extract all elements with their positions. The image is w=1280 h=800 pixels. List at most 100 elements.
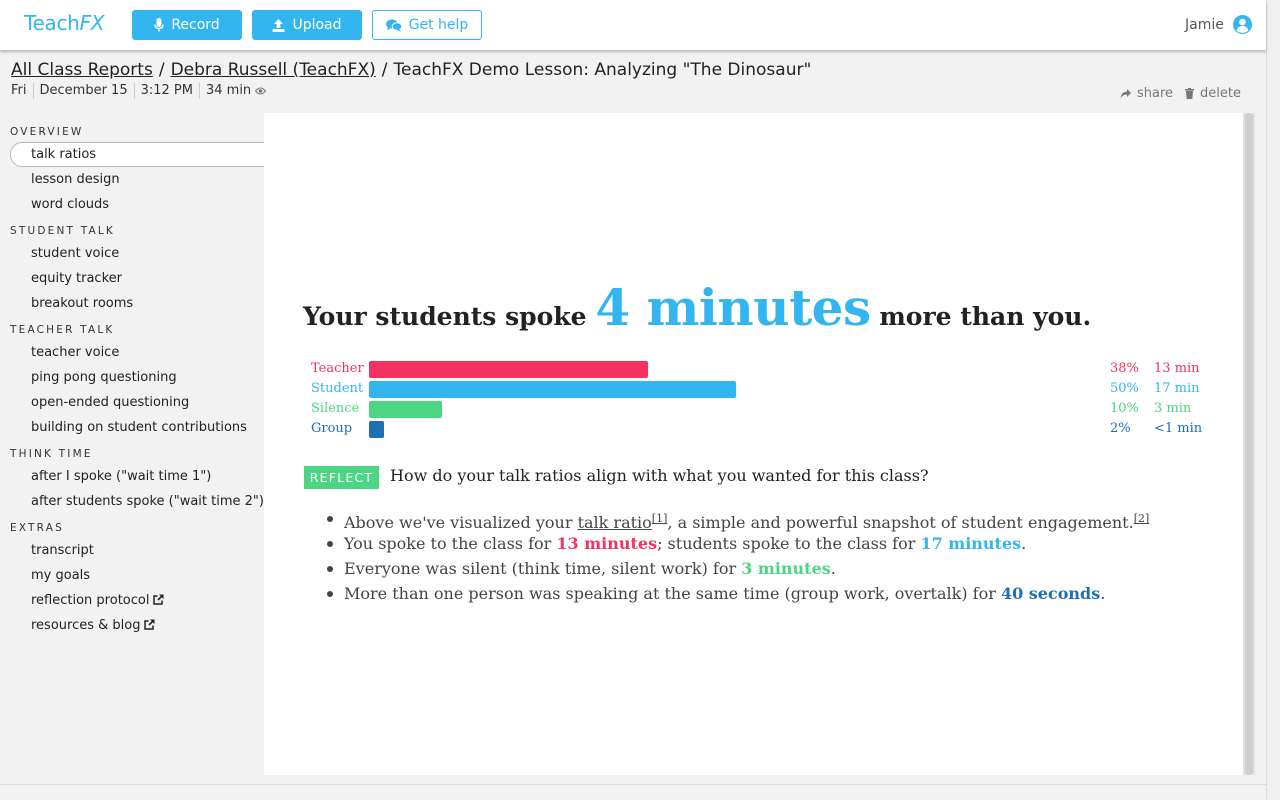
- bar-group: [369, 421, 384, 438]
- list-item: More than one person was speaking at the…: [324, 581, 1149, 606]
- user-avatar-icon[interactable]: [1233, 15, 1252, 34]
- upload-icon: [272, 18, 285, 32]
- sidebar-item-reflection-protocol[interactable]: reflection protocol: [0, 588, 264, 613]
- bullet-text: More than one person was speaking at the…: [344, 584, 1001, 603]
- upload-label: Upload: [292, 17, 342, 33]
- section-student-talk: STUDENT TALK: [10, 225, 116, 237]
- delete-action[interactable]: delete: [1185, 86, 1241, 101]
- top-bar: TeachFX Record Upload Get help Jamie: [0, 0, 1266, 50]
- logo-teach: Teach: [24, 11, 80, 35]
- section-overview: OVERVIEW: [10, 126, 84, 138]
- bullet-text: You spoke to the class for: [344, 534, 557, 553]
- sidebar-nav: OVERVIEW talk ratios lesson design word …: [0, 120, 264, 638]
- sidebar-item-wait-time-2[interactable]: after students spoke ("wait time 2"): [0, 489, 264, 514]
- footnote-2-link[interactable]: [2]: [1134, 512, 1150, 525]
- bar-student: [369, 381, 736, 398]
- lesson-time: 3:12 PM: [133, 83, 199, 99]
- share-action[interactable]: share: [1120, 86, 1173, 101]
- lesson-day: Fri: [11, 83, 27, 98]
- logo-fx: FX: [79, 11, 105, 35]
- sidebar-item-talk-ratios[interactable]: talk ratios: [10, 142, 264, 167]
- section-extras: EXTRAS: [10, 522, 64, 534]
- help-label: Get help: [408, 17, 469, 33]
- sidebar-item-open-ended-questioning[interactable]: open-ended questioning: [0, 390, 264, 415]
- bar-label-silence: Silence: [311, 401, 360, 416]
- sidebar-item-my-goals[interactable]: my goals: [0, 563, 264, 588]
- panel-scrollbar-thumb[interactable]: [1245, 113, 1253, 775]
- lesson-duration: 34 min: [205, 83, 252, 98]
- sidebar-item-equity-tracker[interactable]: equity tracker: [0, 266, 264, 291]
- share-icon: [1120, 88, 1131, 98]
- reflection-protocol-label: reflection protocol: [31, 593, 150, 608]
- lesson-duration-group: 34 min: [198, 83, 272, 99]
- user-name[interactable]: Jamie: [1185, 17, 1224, 33]
- section-teacher-talk: TEACHER TALK: [10, 324, 115, 336]
- footnote-1-link[interactable]: [1]: [652, 512, 668, 525]
- silence-minutes: 3 minutes: [741, 559, 831, 578]
- bar-duration-silence: 3 min: [1154, 401, 1192, 416]
- breadcrumb: All Class Reports / Debra Russell (TeachFX…: [11, 60, 811, 80]
- sidebar-item-student-voice[interactable]: student voice: [0, 241, 264, 266]
- bullet-text: Everyone was silent (think time, silent …: [344, 559, 742, 578]
- sidebar-item-ping-pong-questioning[interactable]: ping pong questioning: [0, 365, 264, 390]
- chart-row-student: Student 50% 17 min: [311, 380, 1211, 398]
- bar-percent-teacher: 38%: [1110, 361, 1139, 376]
- bar-duration-student: 17 min: [1154, 381, 1200, 396]
- chart-row-silence: Silence 10% 3 min: [311, 400, 1211, 418]
- trash-icon: [1185, 88, 1194, 99]
- sidebar-item-building-on-contributions[interactable]: building on student contributions: [0, 415, 264, 440]
- headline-suffix: more than you.: [879, 302, 1092, 331]
- bullet-text: , a simple and powerful snapshot of stud…: [667, 513, 1134, 532]
- get-help-button[interactable]: Get help: [372, 10, 482, 40]
- headline-prefix: Your students spoke: [303, 302, 596, 331]
- bullet-text: Above we've visualized your: [344, 513, 578, 532]
- eye-icon[interactable]: [255, 87, 267, 95]
- lesson-meta: Fri December 15 3:12 PM 34 min: [11, 83, 272, 99]
- bar-label-group: Group: [311, 421, 353, 436]
- bar-percent-group: 2%: [1110, 421, 1131, 436]
- talk-ratio-headline: Your students spoke 4 minutes more than …: [303, 278, 1091, 337]
- group-seconds: 40 seconds: [1000, 584, 1101, 603]
- chart-row-teacher: Teacher 38% 13 min: [311, 360, 1211, 378]
- share-label: share: [1137, 86, 1174, 101]
- chart-row-group: Group 2% <1 min: [311, 420, 1211, 438]
- teachfx-logo[interactable]: TeachFX: [24, 11, 104, 35]
- bullet-text: ; students spoke to the class for: [657, 534, 921, 553]
- reflect-badge: REFLECT: [304, 466, 379, 489]
- bullet-text: .: [1100, 584, 1106, 603]
- sidebar-item-teacher-voice[interactable]: teacher voice: [0, 340, 264, 365]
- list-item: You spoke to the class for 13 minutes; s…: [324, 531, 1149, 556]
- bottom-bar: [0, 784, 1266, 800]
- bar-silence: [369, 401, 442, 418]
- student-minutes: 17 minutes: [920, 534, 1022, 553]
- headline-unit: minutes: [646, 278, 871, 337]
- report-panel: [264, 113, 1243, 775]
- external-link-icon: [144, 619, 156, 630]
- delete-label: delete: [1200, 86, 1241, 101]
- bar-teacher: [369, 361, 648, 378]
- sidebar-item-transcript[interactable]: transcript: [0, 538, 264, 563]
- sidebar-item-lesson-design[interactable]: lesson design: [0, 167, 264, 192]
- sidebar-item-resources-blog[interactable]: resources & blog: [0, 613, 264, 638]
- record-button[interactable]: Record: [132, 10, 242, 40]
- breadcrumb-all-class-reports[interactable]: All Class Reports: [11, 60, 153, 80]
- upload-button[interactable]: Upload: [252, 10, 362, 40]
- section-think-time: THINK TIME: [10, 448, 93, 460]
- bar-label-teacher: Teacher: [311, 361, 364, 376]
- window-scrollbar[interactable]: [1266, 0, 1280, 800]
- panel-scrollbar[interactable]: [1243, 113, 1255, 775]
- reflect-question: How do your talk ratios align with what …: [390, 466, 929, 485]
- headline-number: 4: [595, 278, 630, 337]
- record-label: Record: [171, 17, 220, 33]
- chat-icon: [385, 19, 402, 31]
- talk-ratio-summary: Above we've visualized your talk ratio[1…: [324, 506, 1149, 606]
- breadcrumb-teacher[interactable]: Debra Russell (TeachFX): [171, 60, 376, 80]
- breadcrumb-separator: /: [381, 60, 388, 80]
- sidebar-item-wait-time-1[interactable]: after I spoke ("wait time 1"): [0, 464, 264, 489]
- bullet-text: .: [830, 559, 836, 578]
- microphone-icon: [154, 18, 165, 32]
- sidebar-item-word-clouds[interactable]: word clouds: [0, 192, 264, 217]
- lesson-date: December 15: [32, 83, 134, 99]
- talk-ratio-link[interactable]: talk ratio: [578, 513, 652, 532]
- sidebar-item-breakout-rooms[interactable]: breakout rooms: [0, 291, 264, 316]
